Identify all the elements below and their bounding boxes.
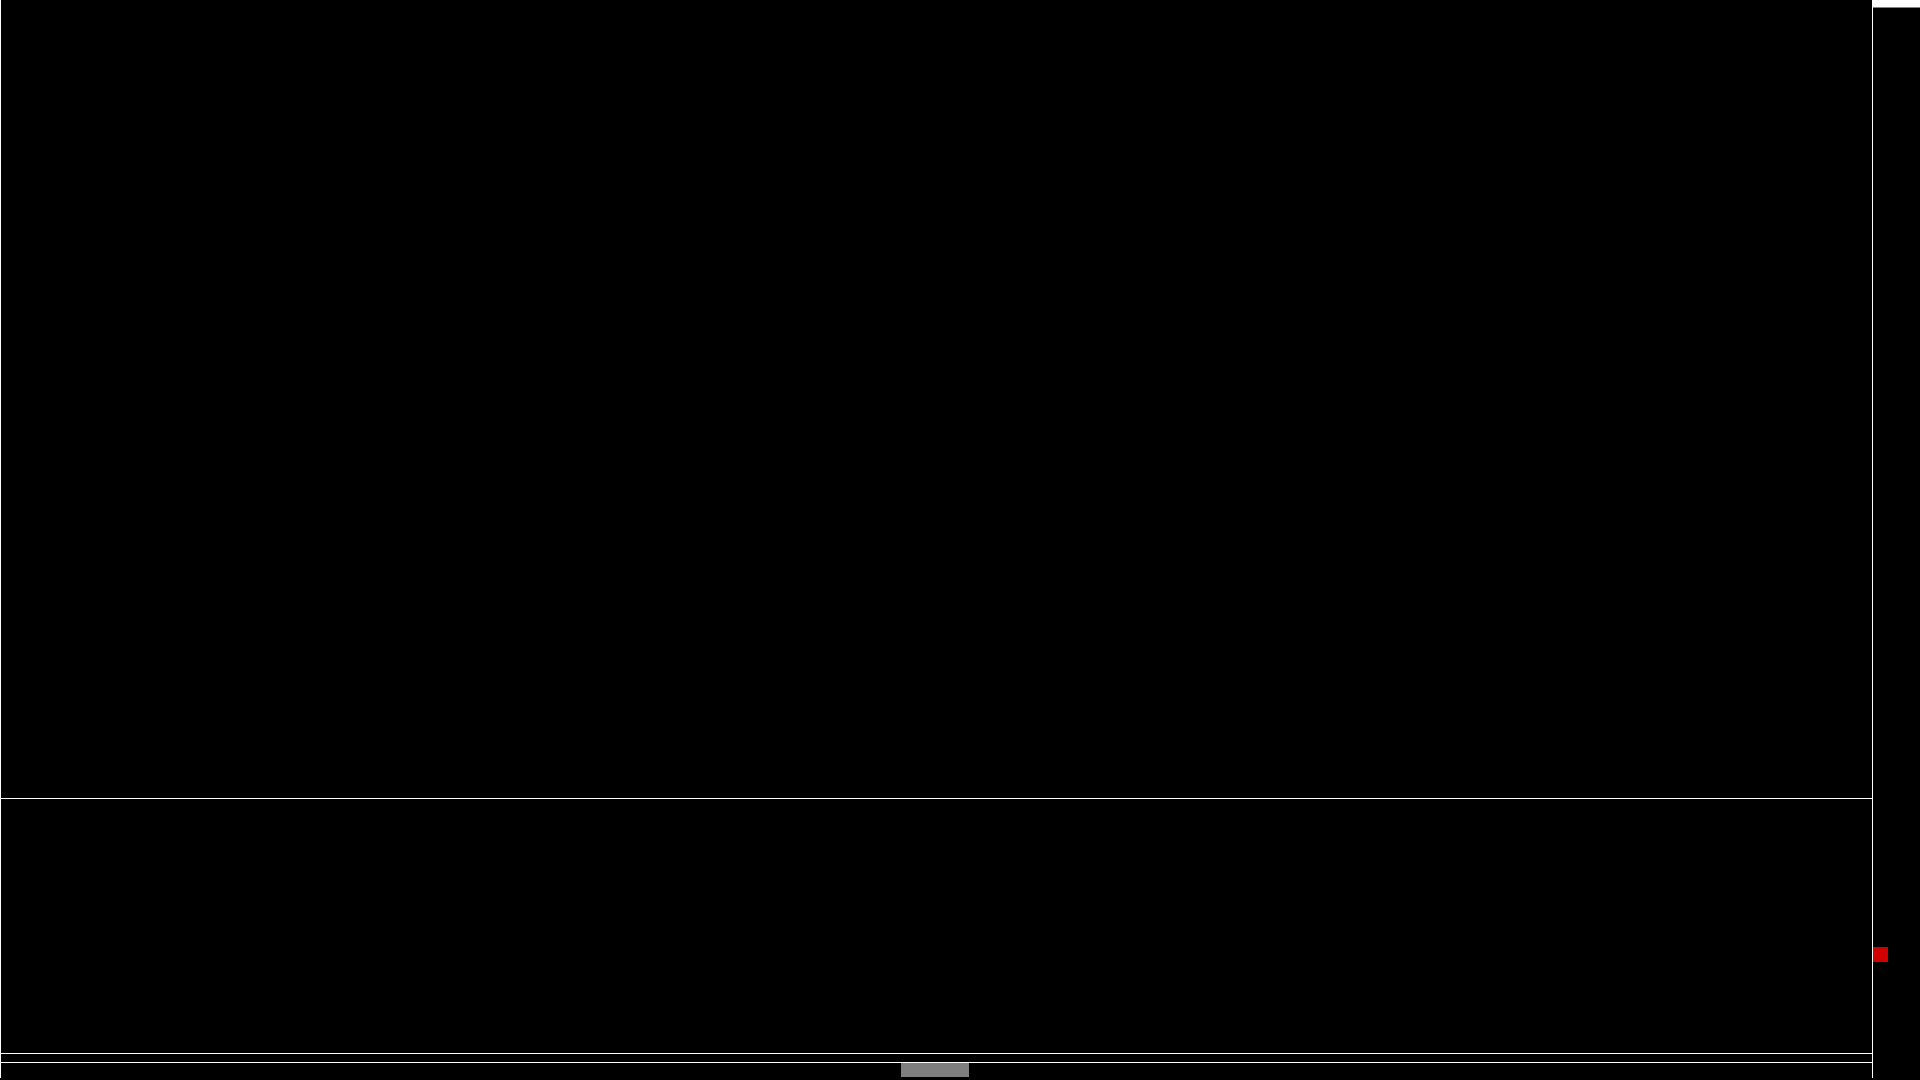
price-axis-border — [1872, 0, 1873, 1078]
panel-left-border — [0, 0, 1, 1078]
current-price-tag — [1873, 0, 1920, 8]
macd-toggle-button[interactable] — [901, 1063, 969, 1077]
macd-zero-marker — [1873, 947, 1888, 962]
trading-chart-window: { "header": { "symbol_line": "USDJPY,H1 … — [0, 0, 1920, 1080]
volume-strip-top-border — [0, 1053, 1872, 1054]
chart-plot-surface[interactable] — [0, 0, 1920, 1080]
macd-panel-top-border — [0, 798, 1872, 799]
